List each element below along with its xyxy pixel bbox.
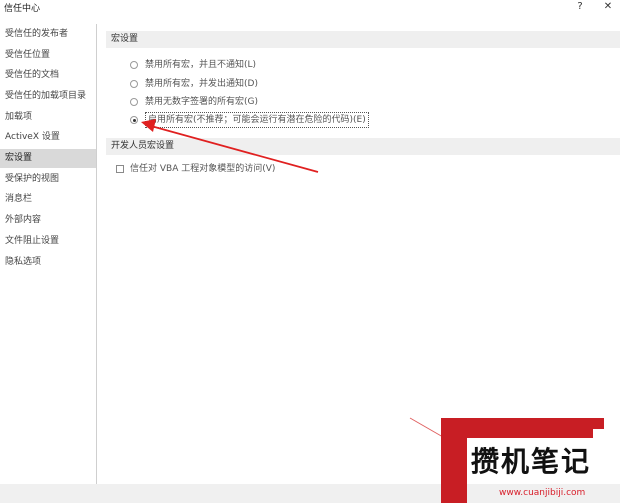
radio-enable-all[interactable] (130, 116, 138, 124)
help-button[interactable]: ? (566, 0, 594, 14)
sidebar-item-trusted-documents[interactable]: 受信任的文档 (0, 66, 96, 85)
trust-vba-checkbox[interactable] (116, 165, 124, 173)
option-label: 禁用无数字签署的所有宏(G) (145, 97, 258, 107)
trust-vba-label: 信任对 VBA 工程对象模型的访问(V) (130, 164, 276, 174)
option-label: 启用所有宏(不推荐；可能会运行有潜在危险的代码)(E) (145, 112, 369, 128)
watermark-brand: 攒机笔记 (471, 445, 592, 478)
window-title: 信任中心 (4, 4, 41, 14)
close-button[interactable]: ✕ (594, 0, 620, 14)
watermark-red-top (467, 418, 593, 438)
sidebar-item-external-content[interactable]: 外部内容 (0, 211, 96, 230)
developer-settings-header: 开发人员宏设置 (106, 138, 620, 155)
watermark-red-bar (441, 418, 467, 503)
radio-disable-no-notify[interactable] (130, 61, 138, 69)
option-label: 禁用所有宏，并且不通知(L) (145, 60, 257, 70)
radio-disable-unsigned[interactable] (130, 98, 138, 106)
sidebar-item-addins[interactable]: 加载项 (0, 108, 96, 127)
sidebar-item-protected-view[interactable]: 受保护的视图 (0, 170, 96, 189)
sidebar-item-trusted-addin-catalogs[interactable]: 受信任的加载项目录 (0, 87, 96, 106)
watermark-red-tab (593, 418, 604, 429)
option-label: 禁用所有宏，并发出通知(D) (145, 79, 258, 89)
sidebar-item-privacy[interactable]: 隐私选项 (0, 253, 96, 272)
title-bar: 信任中心 ? ✕ (0, 0, 620, 14)
watermark-logo: 攒机笔记 www.cuanjibiji.com (441, 418, 620, 503)
sidebar-item-activex[interactable]: ActiveX 设置 (0, 128, 96, 147)
sidebar-item-file-block[interactable]: 文件阻止设置 (0, 232, 96, 251)
watermark-url: www.cuanjibiji.com (499, 488, 586, 498)
sidebar-item-message-bar[interactable]: 消息栏 (0, 190, 96, 209)
sidebar-item-trusted-publishers[interactable]: 受信任的发布者 (0, 25, 96, 44)
sidebar-item-macro-settings[interactable]: 宏设置 (0, 149, 96, 168)
sidebar-item-trusted-locations[interactable]: 受信任位置 (0, 46, 96, 65)
radio-disable-with-notify[interactable] (130, 80, 138, 88)
macro-settings-header: 宏设置 (106, 31, 620, 48)
sidebar: 受信任的发布者 受信任位置 受信任的文档 受信任的加载项目录 加载项 Activ… (0, 24, 97, 484)
